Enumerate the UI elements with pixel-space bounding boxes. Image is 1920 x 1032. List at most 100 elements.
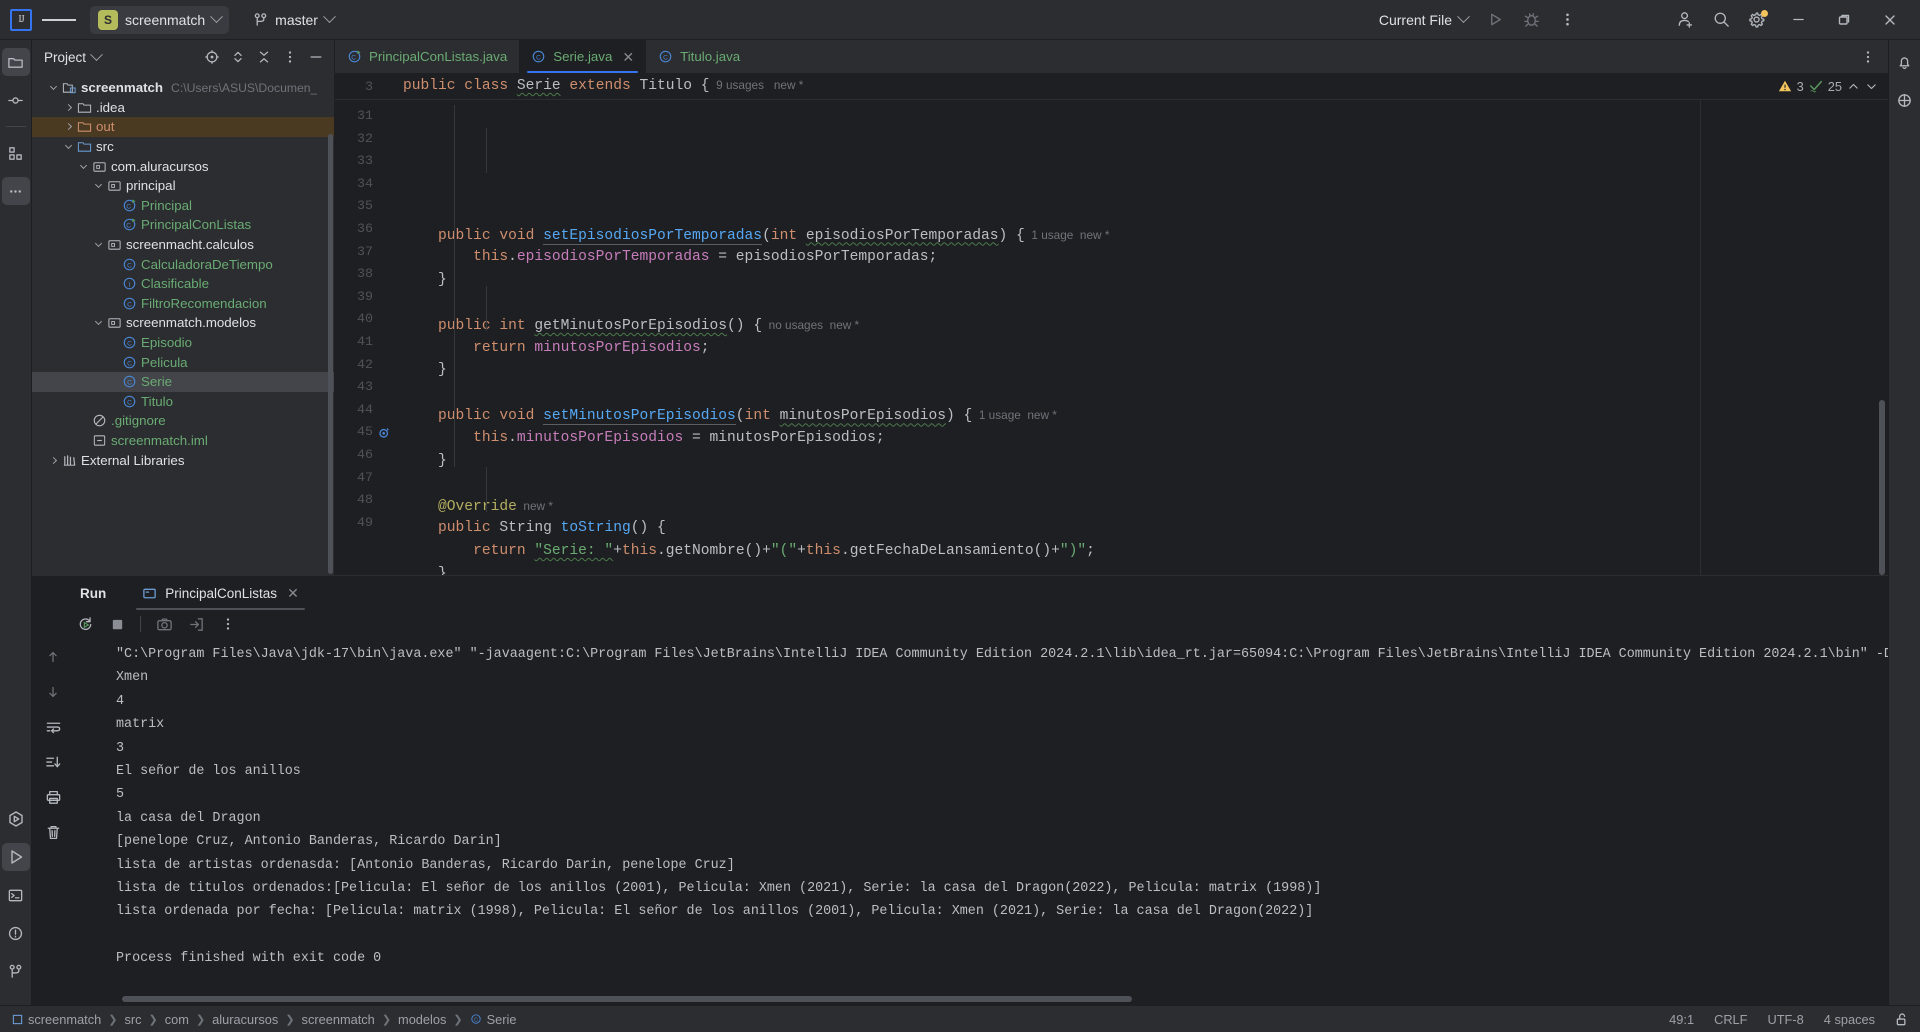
gutter-line-number[interactable]: 35 bbox=[335, 195, 381, 218]
code-line[interactable]: return minutosPorEpisodios; bbox=[381, 337, 1888, 360]
editor-tabs[interactable]: C PrincipalConListas.java C Serie.java ✕ C Tit… bbox=[335, 40, 1888, 73]
gutter-line-number[interactable]: 43 bbox=[335, 376, 381, 399]
editor-tab-principalconlistas[interactable]: C PrincipalConListas.java bbox=[335, 40, 519, 73]
tool-window-problems[interactable] bbox=[2, 919, 30, 947]
maximize-window-button[interactable] bbox=[1822, 0, 1866, 40]
indent-label[interactable]: 4 spaces bbox=[1824, 1012, 1875, 1027]
code-line[interactable] bbox=[381, 382, 1888, 405]
collapse-all-button[interactable] bbox=[252, 45, 276, 69]
tool-window-project[interactable] bbox=[1, 48, 30, 76]
console-horizontal-scrollbar[interactable] bbox=[122, 996, 1132, 1002]
settings-button[interactable] bbox=[1740, 3, 1774, 37]
screenshot-button[interactable] bbox=[153, 613, 175, 635]
main-menu-button[interactable] bbox=[42, 3, 76, 37]
line-separator-label[interactable]: CRLF bbox=[1714, 1012, 1747, 1027]
minimize-window-button[interactable] bbox=[1776, 0, 1820, 40]
gutter-line-number[interactable]: 44 bbox=[335, 399, 381, 422]
expand-collapse-button[interactable] bbox=[226, 45, 250, 69]
project-panel-options-button[interactable] bbox=[278, 45, 302, 69]
close-window-button[interactable] bbox=[1868, 0, 1912, 40]
chevron-down-icon[interactable] bbox=[46, 83, 60, 91]
run-panel-more-button[interactable] bbox=[217, 613, 239, 635]
close-icon[interactable]: ✕ bbox=[287, 585, 299, 602]
gutter-line-number[interactable]: 41 bbox=[335, 331, 381, 354]
console-output[interactable]: "C:\Program Files\Java\jdk-17\bin\java.e… bbox=[74, 638, 1888, 1005]
gutter-line-number[interactable]: 40 bbox=[335, 308, 381, 331]
tool-window-commit[interactable] bbox=[2, 86, 30, 114]
prev-occurrence-button[interactable] bbox=[42, 646, 64, 668]
code-line[interactable] bbox=[381, 291, 1888, 314]
breadcrumb-item[interactable]: screenmatch bbox=[302, 1012, 375, 1027]
breadcrumb-item[interactable]: src bbox=[124, 1012, 141, 1027]
print-button[interactable] bbox=[42, 786, 64, 808]
code-line[interactable]: this.episodiosPorTemporadas = episodiosP… bbox=[381, 246, 1888, 269]
chevron-right-icon[interactable] bbox=[46, 456, 60, 464]
gutter-line-number[interactable]: 36 bbox=[335, 218, 381, 241]
code-line[interactable]: public String toString() { bbox=[381, 517, 1888, 540]
editor-tab-titulo[interactable]: C Titulo.java bbox=[646, 40, 752, 73]
editor-vertical-scrollbar[interactable] bbox=[1879, 400, 1885, 575]
run-button[interactable] bbox=[1478, 3, 1512, 37]
caret-position-label[interactable]: 49:1 bbox=[1669, 1012, 1694, 1027]
gutter-line-number[interactable]: 34 bbox=[335, 173, 381, 196]
gutter-line-number[interactable]: 33 bbox=[335, 150, 381, 173]
code-line[interactable]: public int getMinutosPorEpisodios() { no… bbox=[381, 314, 1888, 337]
tool-window-run[interactable] bbox=[1, 843, 30, 871]
tool-window-version-control[interactable] bbox=[2, 957, 30, 985]
tree-node-screenmatch[interactable]: screenmatch C:\Users\ASUS\Documen_ bbox=[32, 78, 334, 98]
gutter-line-number[interactable]: 45 bbox=[335, 421, 389, 444]
tree-node-principal[interactable]: C Principal bbox=[32, 196, 334, 216]
tree-node-idea[interactable]: .idea bbox=[32, 98, 334, 118]
more-actions-button[interactable] bbox=[1550, 3, 1584, 37]
vcs-branch-selector[interactable]: master bbox=[247, 8, 340, 32]
tree-node-pelicula[interactable]: C Pelicula bbox=[32, 352, 334, 372]
project-panel-title[interactable]: Project bbox=[44, 47, 103, 65]
gutter-line-number[interactable]: 38 bbox=[335, 263, 381, 286]
chevron-down-icon[interactable] bbox=[1865, 80, 1878, 93]
tree-node-episodio[interactable]: C Episodio bbox=[32, 333, 334, 353]
tree-node-principalconlistas[interactable]: C PrincipalConListas bbox=[32, 215, 334, 235]
unlocked-icon[interactable] bbox=[1895, 1012, 1910, 1027]
code-line[interactable]: } bbox=[381, 563, 1888, 576]
gutter-line-number[interactable]: 32 bbox=[335, 128, 381, 151]
breadcrumb-item[interactable]: screenmatch bbox=[12, 1012, 101, 1027]
gutter-line-number[interactable]: 46 bbox=[335, 444, 381, 467]
scroll-to-end-button[interactable] bbox=[42, 751, 64, 773]
project-selector[interactable]: S screenmatch bbox=[90, 5, 230, 34]
breadcrumb-item[interactable]: com bbox=[165, 1012, 189, 1027]
code-line[interactable]: @Override new * bbox=[381, 495, 1888, 518]
gutter-line-number[interactable]: 48 bbox=[335, 489, 381, 512]
project-tree[interactable]: screenmatch C:\Users\ASUS\Documen_ .idea ou… bbox=[32, 74, 334, 575]
tree-node-titulo[interactable]: C Titulo bbox=[32, 392, 334, 412]
breadcrumb-item[interactable]: modelos bbox=[398, 1012, 446, 1027]
tree-node-screenmacht-calculos[interactable]: screenmacht.calculos bbox=[32, 235, 334, 255]
tree-node-clasificable[interactable]: I Clasificable bbox=[32, 274, 334, 294]
search-everywhere-button[interactable] bbox=[1704, 3, 1738, 37]
encoding-label[interactable]: UTF-8 bbox=[1768, 1012, 1804, 1027]
editor-tabs-options-button[interactable] bbox=[1856, 45, 1880, 69]
code-line[interactable]: public void setEpisodiosPorTemporadas(in… bbox=[381, 224, 1888, 247]
gutter-line-number[interactable]: 42 bbox=[335, 354, 381, 377]
breadcrumb-item[interactable]: C Serie bbox=[470, 1012, 517, 1027]
breadcrumb[interactable]: screenmatch ❯ src ❯ com ❯ aluracursos ❯ screenma… bbox=[12, 1012, 517, 1027]
chevron-down-icon[interactable] bbox=[91, 240, 105, 248]
tree-node-out[interactable]: out bbox=[32, 117, 334, 137]
code-line[interactable] bbox=[381, 201, 1888, 224]
next-occurrence-button[interactable] bbox=[42, 681, 64, 703]
tree-node-gitignore[interactable]: .gitignore bbox=[32, 411, 334, 431]
code-line[interactable]: public void setMinutosPorEpisodios(int m… bbox=[381, 404, 1888, 427]
code-line[interactable]: return "Serie: "+this.getNombre()+"("+th… bbox=[381, 540, 1888, 563]
tree-node-src[interactable]: src bbox=[32, 137, 334, 157]
run-configuration-tab[interactable]: PrincipalConListas ✕ bbox=[136, 576, 305, 610]
tree-node-screenmatch-modelos[interactable]: screenmatch.modelos bbox=[32, 313, 334, 333]
select-opened-file-button[interactable] bbox=[200, 45, 224, 69]
code-line[interactable] bbox=[381, 472, 1888, 495]
chevron-down-icon[interactable] bbox=[91, 181, 105, 189]
chevron-down-icon[interactable] bbox=[76, 161, 90, 169]
tree-node-external-libraries[interactable]: External Libraries bbox=[32, 450, 334, 470]
gutter-line-number[interactable]: 49 bbox=[335, 512, 381, 535]
code-editor[interactable]: 31 32 33 34 35 36 37 38 39 40 41 42 43 44 45 46 47 48 49 p… bbox=[335, 100, 1888, 575]
stop-button[interactable] bbox=[106, 613, 128, 635]
tree-node-calculadoradetiempo[interactable]: C CalculadoraDeTiempo bbox=[32, 254, 334, 274]
tool-window-structure[interactable] bbox=[2, 139, 30, 167]
